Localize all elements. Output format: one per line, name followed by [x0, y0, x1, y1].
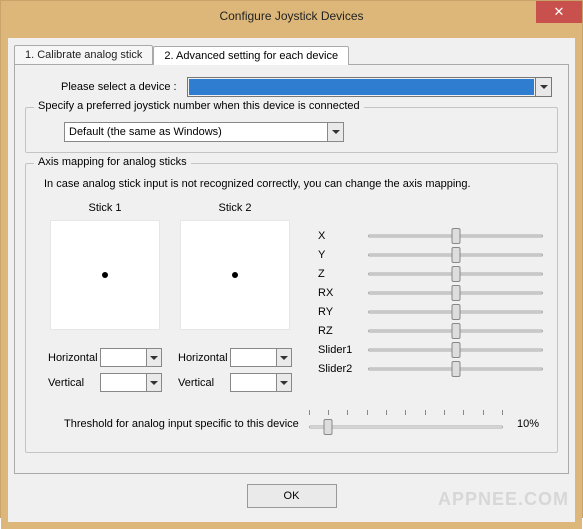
- tab-advanced[interactable]: 2. Advanced setting for each device: [153, 46, 349, 65]
- stick1-title: Stick 1: [40, 202, 170, 214]
- stick1-vertical-select[interactable]: [100, 373, 162, 392]
- stick2-vertical-select[interactable]: [230, 373, 292, 392]
- stick1-dot: [102, 272, 108, 278]
- threshold-row: Threshold for analog input specific to t…: [40, 410, 543, 438]
- axis-y-slider[interactable]: [368, 246, 543, 264]
- device-select-value: [189, 79, 534, 95]
- chevron-down-icon: [540, 85, 548, 89]
- threshold-ticks: [309, 410, 503, 416]
- preferred-number-select[interactable]: Default (the same as Windows): [64, 122, 344, 142]
- axes-column: X Y Z RX RY RZ Slider1 Slider2: [300, 202, 543, 398]
- stick2-dot: [232, 272, 238, 278]
- axis-z-label: Z: [318, 268, 368, 280]
- preferred-number-legend: Specify a preferred joystick number when…: [34, 100, 364, 112]
- axis-rz-label: RZ: [318, 325, 368, 337]
- axis-z-slider[interactable]: [368, 265, 543, 283]
- axis-rx-label: RX: [318, 287, 368, 299]
- axis-slider1-slider[interactable]: [368, 341, 543, 359]
- axis-rz-slider[interactable]: [368, 322, 543, 340]
- ok-button[interactable]: OK: [247, 484, 337, 508]
- axis-y-label: Y: [318, 249, 368, 261]
- device-select-dropdown-button[interactable]: [535, 78, 551, 96]
- preferred-number-value: Default (the same as Windows): [69, 126, 222, 138]
- stick1-horizontal-label: Horizontal: [48, 352, 98, 364]
- stick2-preview: [180, 220, 290, 330]
- axis-slider1-label: Slider1: [318, 344, 368, 356]
- device-label: Please select a device :: [31, 81, 177, 93]
- stick1-column: Stick 1 Horizontal Vertical: [40, 202, 170, 398]
- axis-mapping-group: Axis mapping for analog sticks In case a…: [25, 163, 558, 453]
- device-row: Please select a device :: [25, 77, 558, 97]
- threshold-slider[interactable]: [309, 410, 503, 438]
- dropdown-button[interactable]: [276, 374, 291, 391]
- dropdown-button[interactable]: [146, 374, 161, 391]
- preferred-number-group: Specify a preferred joystick number when…: [25, 107, 558, 153]
- axis-slider2-label: Slider2: [318, 363, 368, 375]
- close-icon: ✕: [554, 4, 565, 20]
- axis-x-slider[interactable]: [368, 227, 543, 245]
- threshold-label: Threshold for analog input specific to t…: [40, 418, 309, 430]
- device-select[interactable]: [187, 77, 552, 97]
- chevron-down-icon: [150, 356, 158, 360]
- stick2-vertical-label: Vertical: [178, 377, 214, 389]
- axis-mapping-hint: In case analog stick input is not recogn…: [44, 178, 539, 190]
- client-area: 1. Calibrate analog stick 2. Advanced se…: [1, 31, 582, 529]
- window-title: Configure Joystick Devices: [1, 9, 582, 23]
- dropdown-button[interactable]: [276, 349, 291, 366]
- chevron-down-icon: [280, 381, 288, 385]
- dropdown-button[interactable]: [146, 349, 161, 366]
- chevron-down-icon: [332, 130, 340, 134]
- titlebar: Configure Joystick Devices ✕: [1, 1, 582, 31]
- chevron-down-icon: [280, 356, 288, 360]
- axis-ry-label: RY: [318, 306, 368, 318]
- preferred-number-dropdown-button[interactable]: [327, 123, 343, 141]
- axis-rx-slider[interactable]: [368, 284, 543, 302]
- axis-ry-slider[interactable]: [368, 303, 543, 321]
- sticks-row: Stick 1 Horizontal Vertical: [40, 202, 543, 398]
- stick1-horizontal-select[interactable]: [100, 348, 162, 367]
- axis-mapping-legend: Axis mapping for analog sticks: [34, 156, 191, 168]
- stick2-horizontal-select[interactable]: [230, 348, 292, 367]
- axis-slider2-slider[interactable]: [368, 360, 543, 378]
- stick2-title: Stick 2: [170, 202, 300, 214]
- close-button[interactable]: ✕: [536, 1, 582, 23]
- window: Configure Joystick Devices ✕ 1. Calibrat…: [0, 0, 583, 518]
- stick2-column: Stick 2 Horizontal Vertical: [170, 202, 300, 398]
- threshold-value: 10%: [503, 418, 543, 430]
- stick2-horizontal-label: Horizontal: [178, 352, 228, 364]
- stick1-vertical-label: Vertical: [48, 377, 84, 389]
- chevron-down-icon: [150, 381, 158, 385]
- tab-strip: 1. Calibrate analog stick 2. Advanced se…: [14, 42, 569, 64]
- stick1-preview: [50, 220, 160, 330]
- tab-panel-advanced: Please select a device : Specify a prefe…: [14, 64, 569, 474]
- tab-calibrate[interactable]: 1. Calibrate analog stick: [14, 45, 153, 64]
- axis-x-label: X: [318, 230, 368, 242]
- bottom-bar: OK: [14, 474, 569, 516]
